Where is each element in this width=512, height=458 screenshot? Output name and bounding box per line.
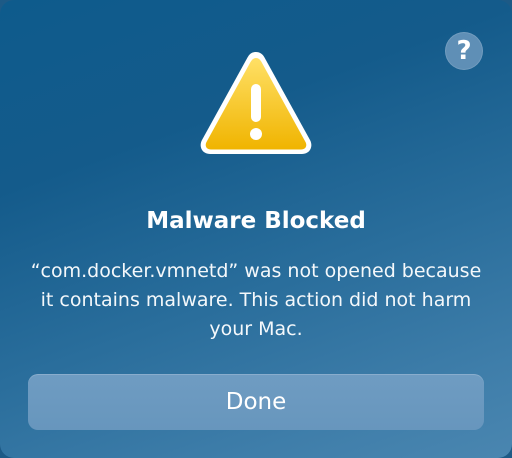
dialog-message: “com.docker.vmnetd” was not opened becau… — [30, 260, 482, 340]
dialog-title: Malware Blocked — [146, 208, 366, 234]
done-button[interactable]: Done — [28, 374, 484, 430]
malware-blocked-dialog: ? Malware Blocked “com.docker.vmnetd” wa… — [0, 0, 512, 458]
help-button[interactable]: ? — [445, 32, 483, 70]
warning-triangle-icon — [200, 52, 312, 154]
